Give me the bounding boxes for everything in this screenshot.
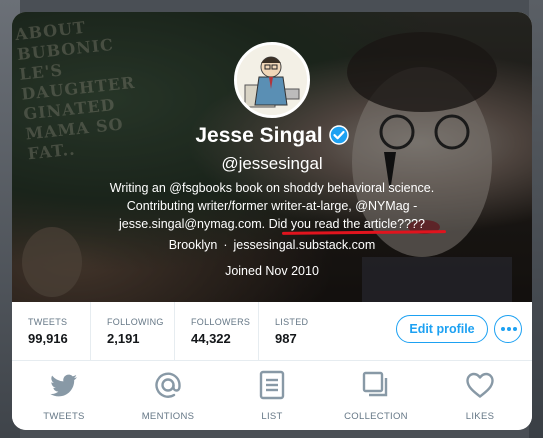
more-dot <box>513 327 517 331</box>
profile-handle[interactable]: @jessesingal <box>12 154 532 174</box>
edit-profile-button[interactable]: Edit profile <box>396 315 488 343</box>
stat-label: LISTED <box>275 317 309 327</box>
bird-icon <box>50 374 77 397</box>
stat-followers[interactable]: FOLLOWERS 44,322 <box>174 302 258 360</box>
nav-label: LIST <box>261 411 283 422</box>
profile-name: Jesse Singal <box>195 124 323 147</box>
nav-collection[interactable]: COLLECTION <box>324 361 428 430</box>
profile-website-link[interactable]: jessesingal.substack.com <box>234 238 376 252</box>
avatar-illustration <box>237 45 307 115</box>
bio-highlighted-text: Did you read the article???? <box>268 217 425 231</box>
more-dot <box>501 327 505 331</box>
profile-name-row: Jesse Singal <box>12 124 532 151</box>
at-icon <box>155 372 181 398</box>
more-dot <box>507 327 511 331</box>
stat-value: 987 <box>275 331 297 346</box>
profile-card: ABOUT BUBONIC LE'S DAUGHTER GINATED MAMA… <box>12 12 532 430</box>
nav-label: LIKES <box>465 411 495 422</box>
stat-tweets[interactable]: TWEETS 99,916 <box>12 302 90 360</box>
profile-location: Brooklyn <box>168 238 218 252</box>
stat-label: TWEETS <box>28 317 68 327</box>
nav-label: TWEETS <box>43 411 85 422</box>
collection-icon <box>362 371 388 397</box>
stat-label: FOLLOWERS <box>191 317 251 327</box>
list-icon <box>259 370 285 400</box>
stat-listed[interactable]: LISTED 987 <box>258 302 342 360</box>
profile-meta-row: Brooklyn · jessesingal.substack.com <box>12 238 532 252</box>
profile-stats-bar: TWEETS 99,916 FOLLOWING 2,191 FOLLOWERS … <box>12 302 532 361</box>
avatar[interactable] <box>234 42 310 118</box>
stat-value: 44,322 <box>191 331 231 346</box>
stat-value: 2,191 <box>107 331 140 346</box>
nav-list[interactable]: LIST <box>220 361 324 430</box>
stat-label: FOLLOWING <box>107 317 164 327</box>
profile-bio: Writing an @fsgbooks book on shoddy beha… <box>72 179 472 233</box>
header-banner-image: ABOUT BUBONIC LE'S DAUGHTER GINATED MAMA… <box>12 12 532 302</box>
nav-likes[interactable]: LIKES <box>428 361 532 430</box>
nav-label: MENTIONS <box>141 411 195 422</box>
bio-line: Writing an @fsgbooks book on shoddy beha… <box>109 181 435 195</box>
profile-nav-bar: TWEETS MENTIONS LIST COLLECTION LIKES <box>12 361 532 430</box>
profile-joined-date: Joined Nov 2010 <box>225 264 319 278</box>
bio-email-link[interactable]: jesse.singal@nymag.com. <box>119 217 269 231</box>
stat-value: 99,916 <box>28 331 68 346</box>
meta-separator: · <box>223 238 228 252</box>
more-options-button[interactable] <box>494 315 522 343</box>
heart-icon <box>466 372 494 398</box>
verified-badge-icon <box>328 125 349 151</box>
nav-tweets[interactable]: TWEETS <box>12 361 116 430</box>
nav-mentions[interactable]: MENTIONS <box>116 361 220 430</box>
stat-following[interactable]: FOLLOWING 2,191 <box>90 302 174 360</box>
nav-label: COLLECTION <box>344 411 408 422</box>
bio-line: Contributing writer/former writer-at-lar… <box>126 199 418 213</box>
